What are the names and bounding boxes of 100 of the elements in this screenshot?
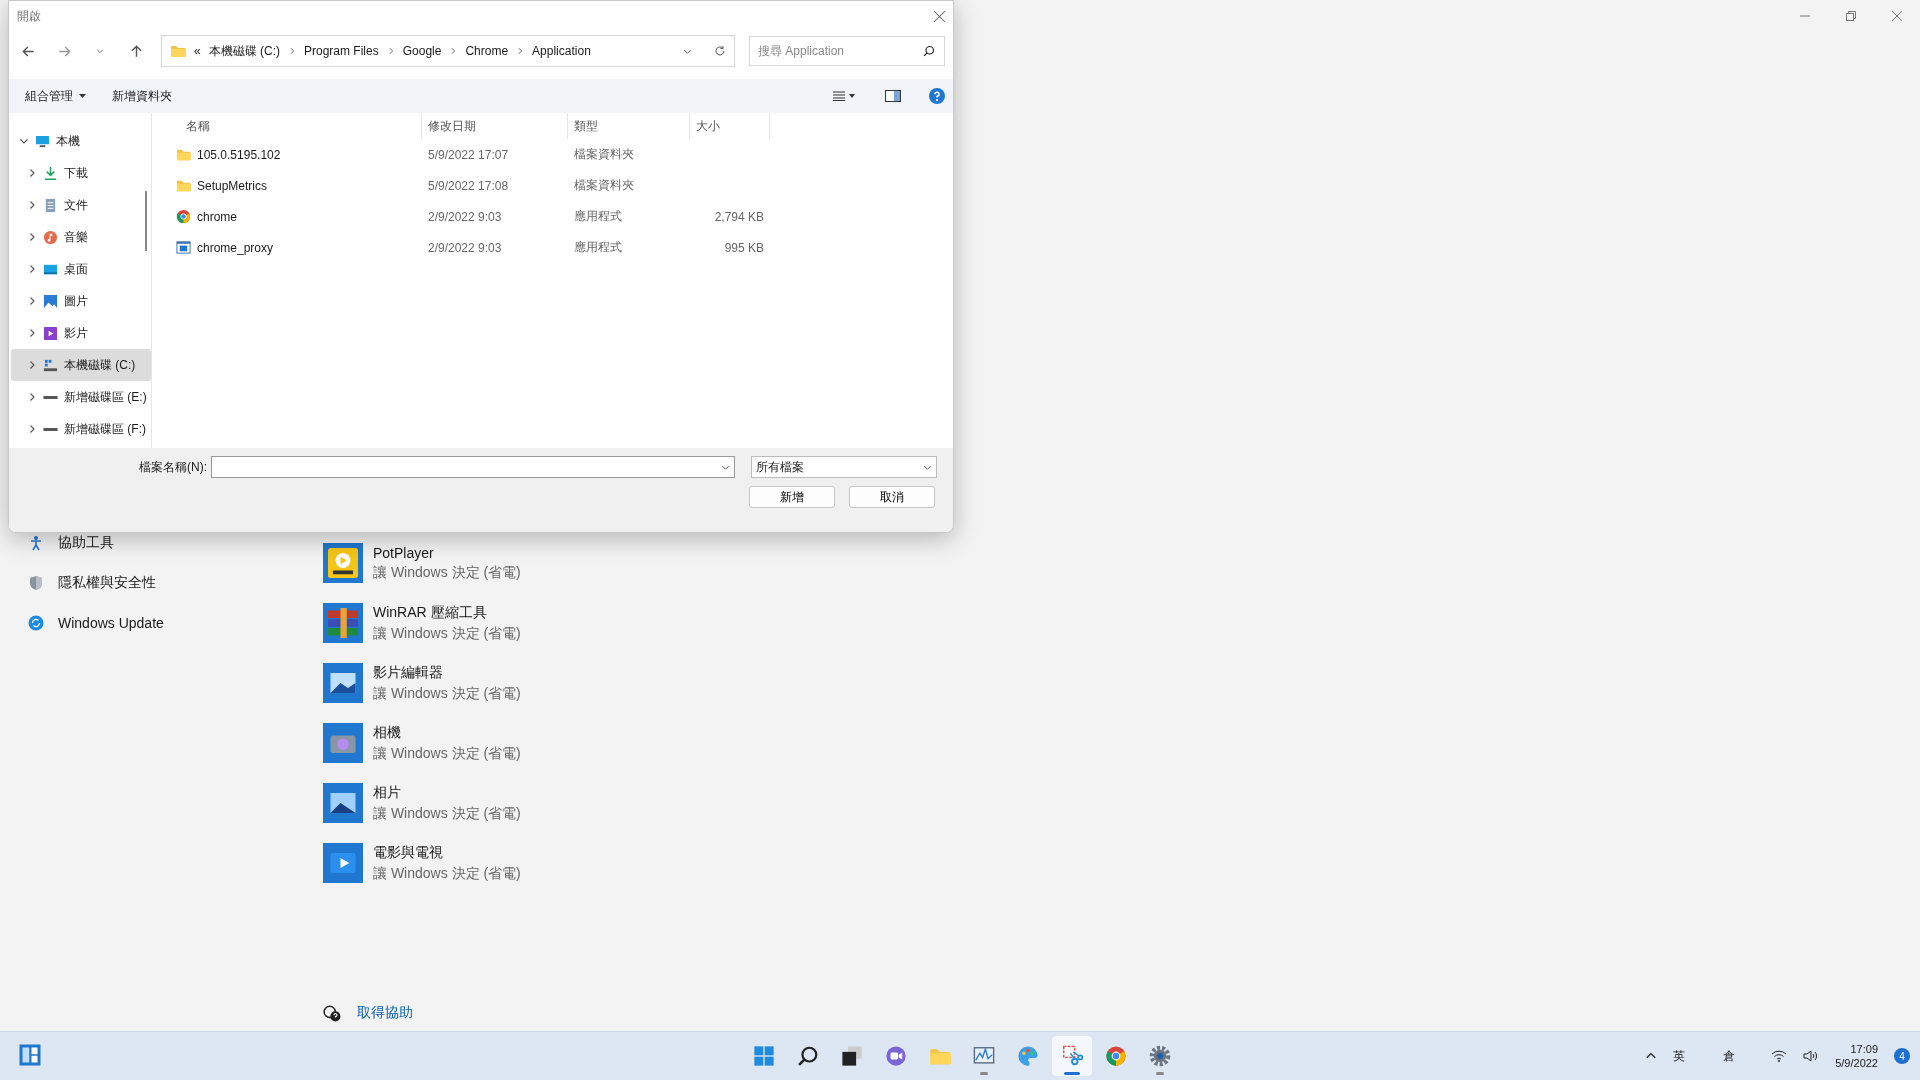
browser-logo-icon [1105,1045,1127,1067]
toolbar-button[interactable]: 組合管理 [17,83,94,109]
help-icon[interactable] [929,88,945,104]
chevron-right-icon [27,200,37,210]
filename-label: 檔案名稱(N): [139,458,207,476]
power-mode[interactable]: 讓 Windows 決定 (省電) [373,864,521,883]
file-name[interactable]: chrome [197,209,237,224]
computer-icon [35,133,50,149]
tree-item[interactable]: 圖片 [11,285,151,317]
start-icon [753,1045,775,1067]
volume-icon[interactable] [1803,1050,1820,1062]
power-mode[interactable]: 讓 Windows 決定 (省電) [373,804,521,823]
caret-icon [79,94,86,98]
wifi-icon[interactable] [1771,1050,1788,1062]
program-icon [176,240,191,255]
windows-icon [841,1045,863,1067]
view-list-icon[interactable] [833,91,855,101]
refresh-icon[interactable] [714,45,726,57]
update-icon [28,615,44,631]
column-header[interactable]: 類型 [574,117,598,135]
search-field[interactable]: 搜尋 Application [749,36,945,66]
chevron-right-icon [27,168,37,178]
power-mode[interactable]: 讓 Windows 決定 (省電) [373,744,521,763]
address-bar[interactable]: « 本機磁碟 (C:) Program Files Google Chrome Application [161,35,735,67]
help-link[interactable]: 取得協助 [357,1004,413,1022]
figure-icon [28,535,44,551]
tree-item[interactable]: 影片 [11,317,151,349]
palette-icon [1017,1045,1039,1067]
power-mode[interactable]: 讓 Windows 決定 (省電) [373,684,521,703]
table-cell: 2,794 KB [714,209,764,224]
chevron-right-icon [27,328,37,338]
tree-item[interactable]: 本機 [11,125,151,157]
drive-icon [43,427,58,431]
close-icon[interactable] [934,10,945,22]
restore-icon[interactable] [1846,11,1856,21]
preview-pane-icon[interactable] [885,90,901,102]
chevron-right-icon [516,47,525,55]
folder-icon [170,43,186,59]
notification-badge[interactable]: 4 [1894,1048,1910,1064]
chevron-right-icon [288,47,296,55]
help-icon [323,1004,341,1022]
picture-icon [43,293,58,309]
tree-item[interactable]: 新增磁碟區 (F:) [11,413,151,445]
search-icon [797,1045,819,1067]
folder-icon [176,178,191,193]
tree-item[interactable]: 下載 [11,157,151,189]
nav-item[interactable]: 協助工具 [28,532,164,554]
settings-icon [1149,1045,1171,1067]
table-cell: 5/9/2022 17:07 [428,147,509,162]
camera-icon [323,723,363,763]
landscape-icon [323,783,363,823]
chevron-right-icon [27,264,37,274]
table-cell: 2/9/2022 9:03 [428,240,502,255]
file-name[interactable]: 105.0.5195.102 [197,147,281,162]
app-name: 電影與電視 [373,843,444,862]
drive-icon [43,395,58,399]
up-arrow-icon [129,44,143,58]
file-name[interactable]: SetupMetrics [197,178,268,193]
power-mode[interactable]: 讓 Windows 決定 (省電) [373,624,521,643]
clock[interactable]: 17:09 5/9/2022 [1835,1043,1878,1069]
app-name: PotPlayer [373,544,435,561]
browser-logo-icon [176,209,191,224]
chevron-right-icon [27,232,37,242]
column-header[interactable]: 大小 [696,117,720,135]
table-cell: 2/9/2022 9:03 [428,209,502,224]
widgets-icon[interactable] [18,1043,42,1067]
close-icon[interactable] [1892,11,1902,21]
dialog-button[interactable]: 取消 [849,486,935,508]
play-icon [323,843,363,883]
tree-item[interactable]: 新增磁碟區 (E:) [11,381,151,413]
ime-indicator[interactable]: 倉 [1723,1047,1736,1065]
chevron-right-icon [27,392,37,402]
filename-field[interactable] [211,456,735,478]
dialog-button[interactable]: 新增 [749,486,835,508]
tree-item[interactable]: 桌面 [11,253,151,285]
chevron-right-icon [386,47,395,55]
app-name: 影片編輯器 [373,663,444,682]
chevron-right-icon [27,296,37,306]
back-arrow-icon [21,44,35,58]
table-cell: 應用程式 [574,209,622,223]
power-mode[interactable]: 讓 Windows 決定 (省電) [373,563,521,582]
column-header[interactable]: 修改日期 [428,117,476,135]
tree-item[interactable]: 本機磁碟 (C:) [11,349,151,381]
column-header[interactable]: 名稱 [186,117,210,135]
download-icon [43,165,58,181]
tree-item[interactable]: 文件 [11,189,151,221]
file-name[interactable]: chrome_proxy [197,240,274,255]
nav-item[interactable]: 隱私權與安全性 [28,572,164,594]
nav-item[interactable]: Windows Update [28,612,164,634]
filetype-dropdown[interactable]: 所有檔案 [751,456,937,478]
table-cell: 檔案資料夾 [574,178,634,192]
table-cell: 檔案資料夾 [574,147,634,161]
chevron-right-icon [27,360,37,370]
tree-item[interactable]: 音樂 [11,221,151,253]
chevron-down-icon [19,136,29,146]
app-name: 相片 [373,783,402,802]
toolbar-button[interactable]: 新增資料夾 [104,83,180,109]
dropdown-caret-icon [96,47,104,55]
app-name: 相機 [373,723,402,742]
language-indicator[interactable]: 英 [1673,1047,1686,1065]
